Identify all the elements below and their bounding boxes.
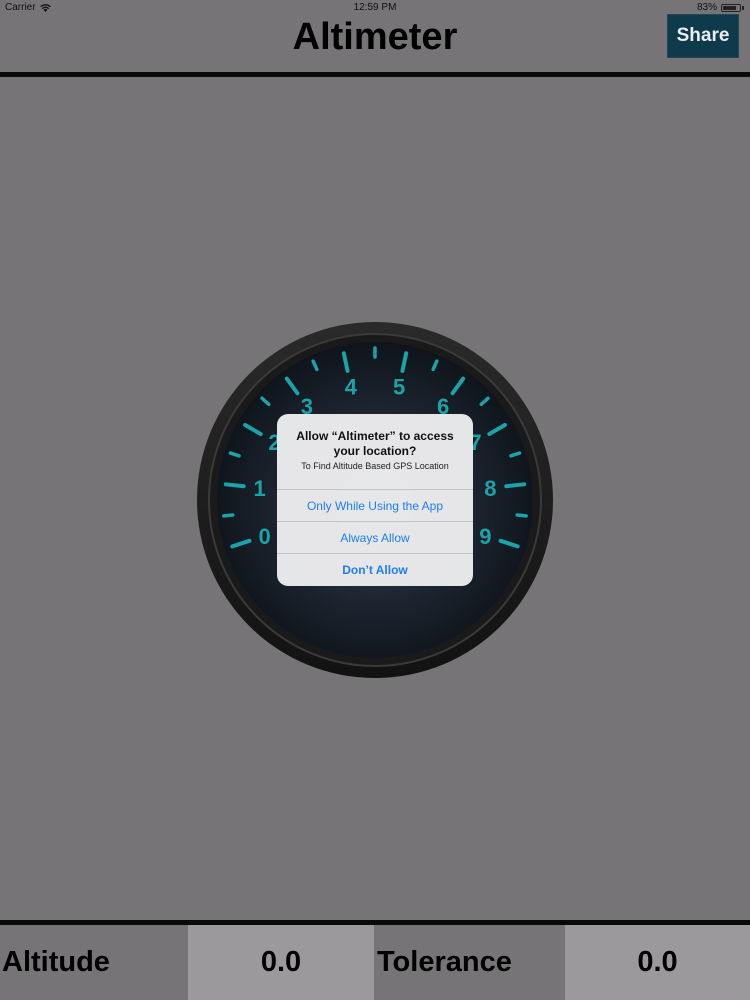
dialog-message: To Find Altitude Based GPS Location: [301, 461, 449, 471]
always-allow-button[interactable]: Always Allow: [277, 521, 473, 553]
tolerance-label: Tolerance: [374, 925, 565, 1000]
gauge-minor-tick: [222, 513, 235, 518]
only-while-using-button[interactable]: Only While Using the App: [277, 489, 473, 521]
gauge-numeral: 9: [479, 524, 491, 549]
share-button[interactable]: Share: [667, 14, 739, 58]
tolerance-value: 0.0: [565, 925, 750, 1000]
status-time: 12:59 PM: [353, 2, 397, 13]
gauge-numeral: 0: [259, 524, 271, 549]
header-divider: [0, 72, 750, 77]
gauge-numeral: 1: [254, 476, 266, 501]
status-battery: 83%: [697, 2, 744, 13]
battery-icon: [721, 3, 741, 12]
page-title: Altimeter: [292, 16, 458, 58]
location-permission-dialog: Allow “Altimeter” to access your locatio…: [277, 414, 473, 586]
dialog-title: Allow “Altimeter” to access your locatio…: [296, 429, 454, 458]
gauge-major-tick: [223, 482, 246, 489]
status-bar: Carrier 12:59 PM 83%: [0, 0, 750, 14]
gauge-major-tick: [504, 482, 527, 489]
battery-fill: [723, 5, 737, 10]
gauge-numeral: 4: [345, 375, 358, 400]
battery-tip: [742, 5, 744, 10]
altitude-label: Altitude: [0, 925, 188, 1000]
gauge-numeral: 5: [393, 375, 405, 400]
footer-readouts: Altitude 0.0 Tolerance 0.0: [0, 925, 750, 1000]
dont-allow-button[interactable]: Don’t Allow: [277, 553, 473, 585]
battery-percent: 83%: [696, 2, 717, 13]
header: Altimeter Share: [0, 14, 750, 72]
altitude-value: 0.0: [188, 925, 374, 1000]
gauge-numeral: 8: [484, 476, 496, 501]
gauge-minor-tick: [515, 513, 528, 518]
